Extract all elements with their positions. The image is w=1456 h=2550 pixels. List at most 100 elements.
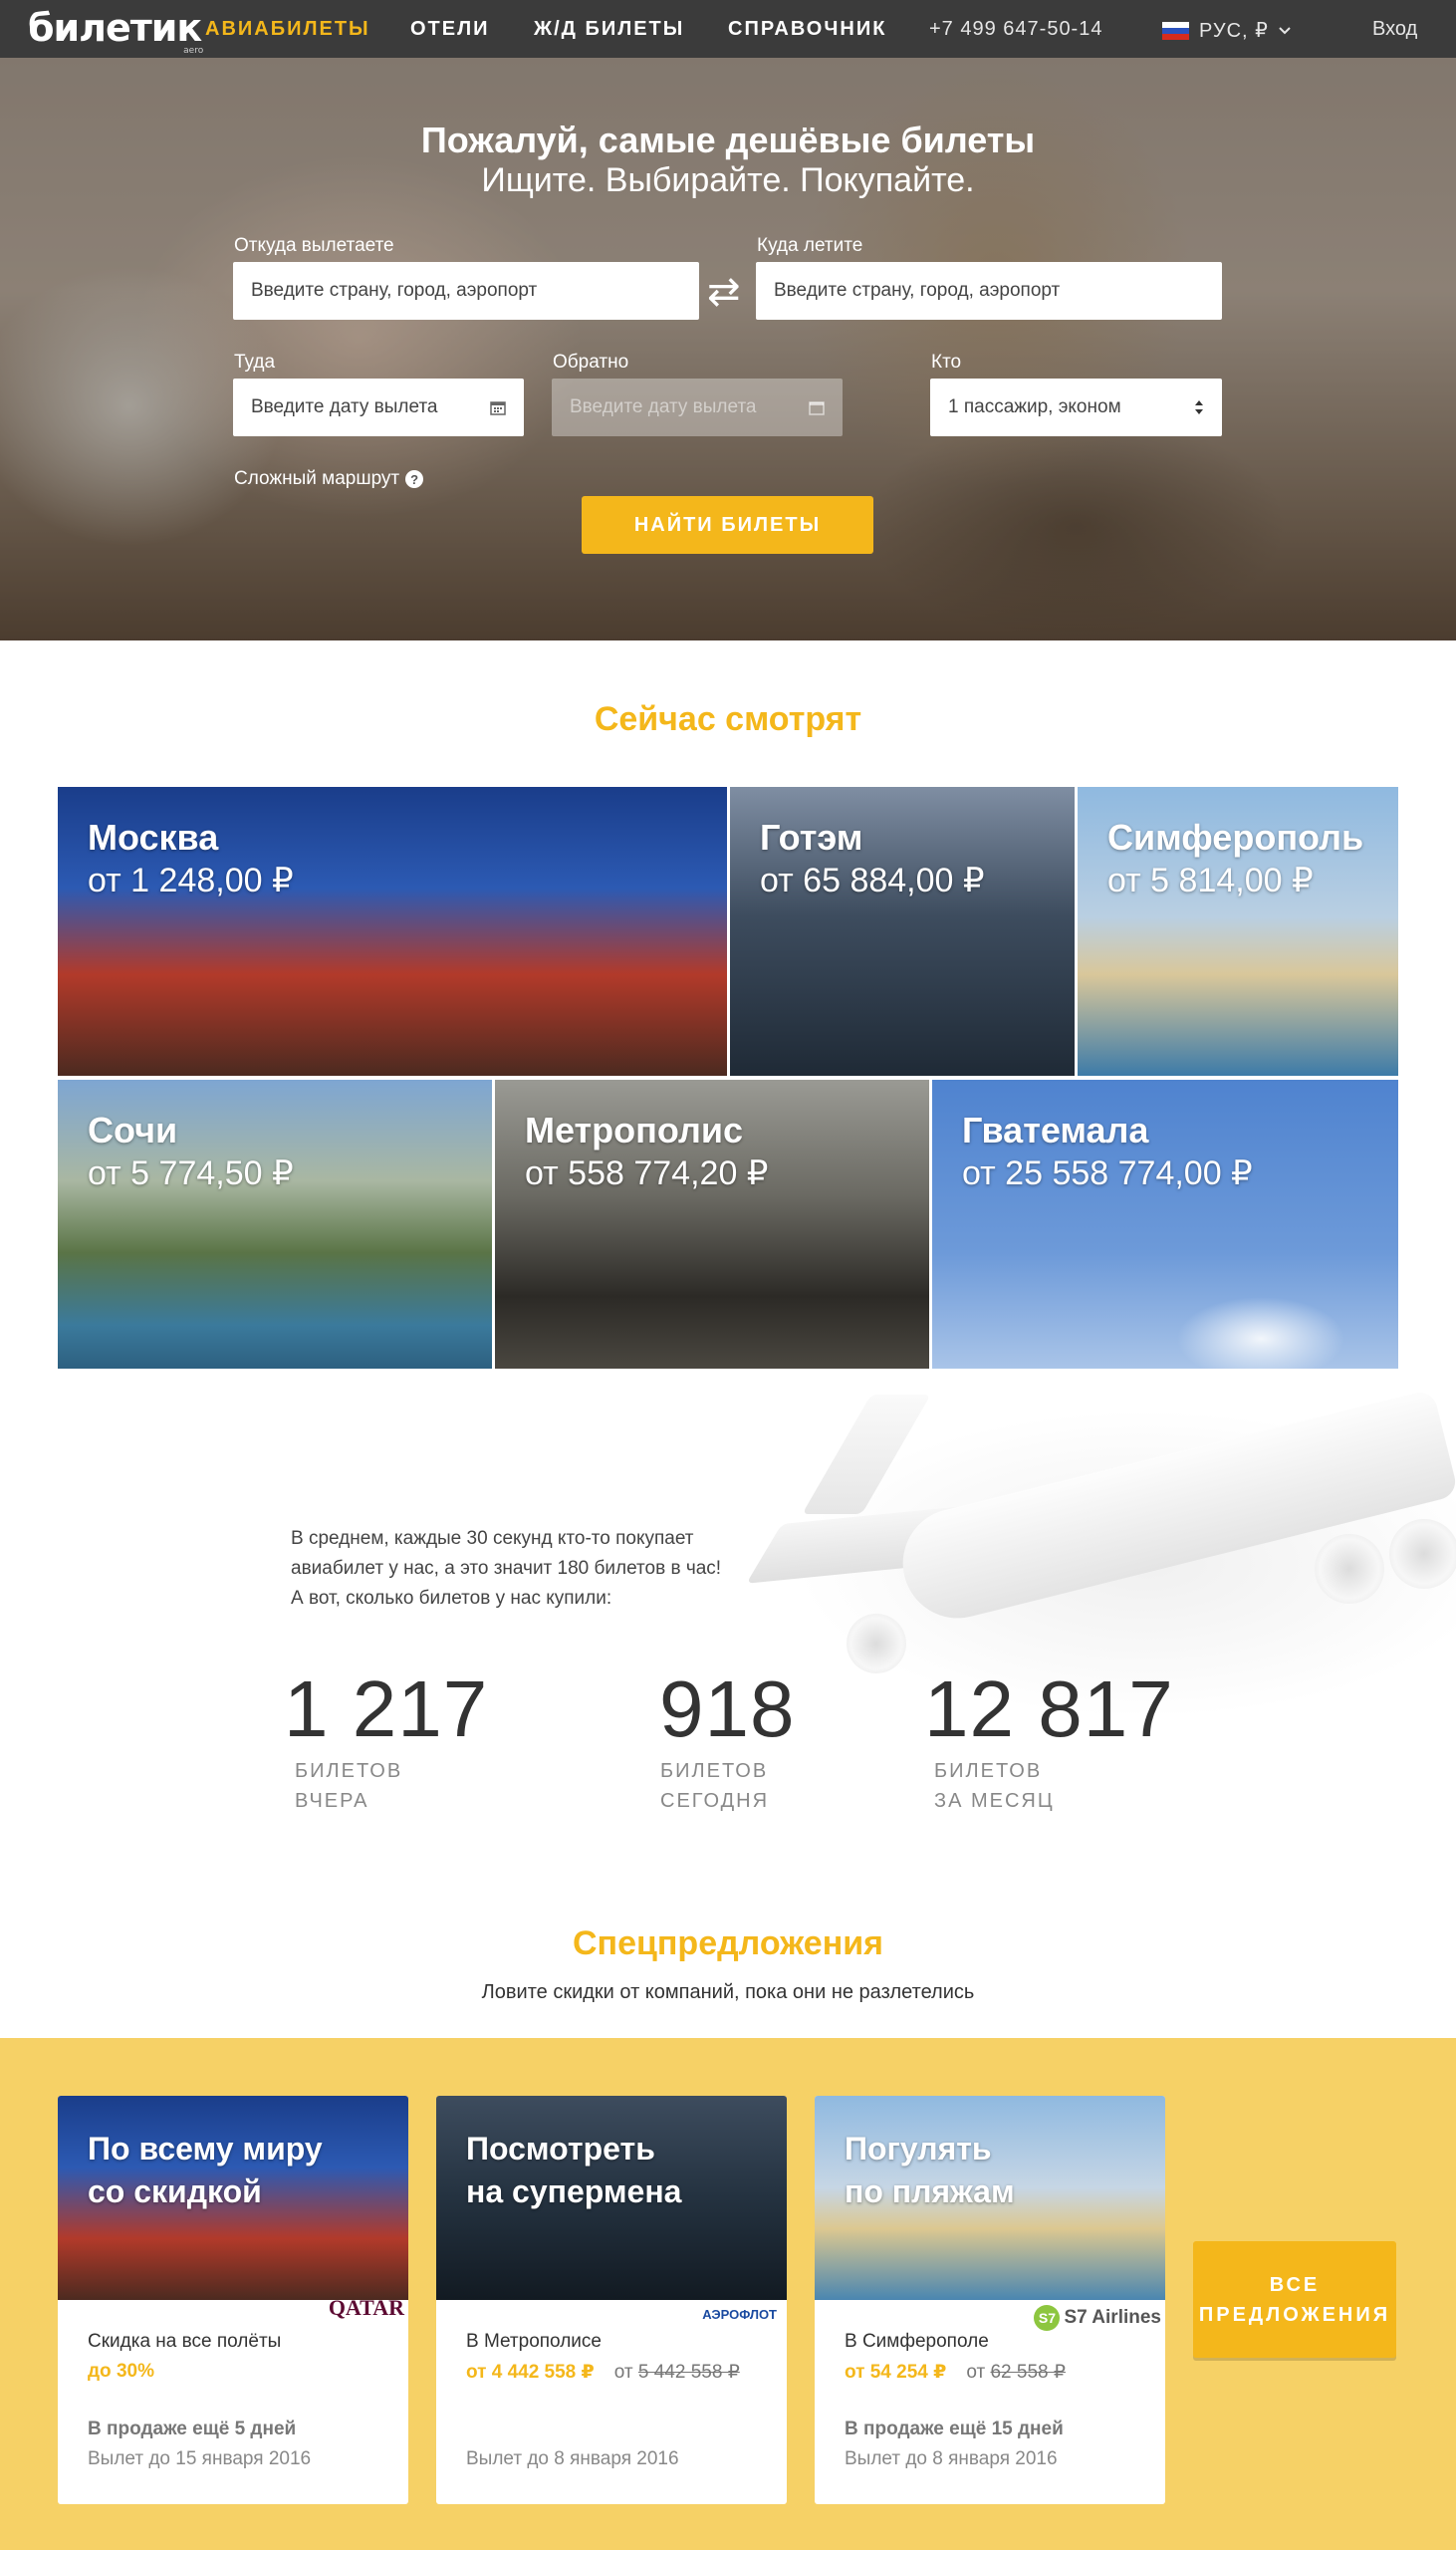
offer-title-line: по пляжам — [845, 2173, 1015, 2209]
offer-price: от 4 442 558 ₽ от 5 442 558 ₽ — [466, 2361, 740, 2384]
offer-title-line: со скидкой — [88, 2173, 262, 2209]
aeroflot-logo: АЭРОФЛОТ — [702, 2307, 777, 2322]
destination-tile-simferopol[interactable]: Симферополь от 5 814,00 ₽ — [1078, 787, 1398, 1076]
offer-departure-until: Вылет до 8 января 2016 — [466, 2448, 679, 2469]
offer-old-price-prefix: от — [966, 2362, 986, 2383]
chevron-down-icon — [1279, 26, 1291, 34]
all-offers-line-1: ВСЕ — [1269, 2273, 1321, 2296]
calendar-icon — [809, 401, 825, 415]
destination-tile-moscow[interactable]: Москва от 1 248,00 ₽ — [58, 787, 727, 1076]
offer-new-price: от 54 254 ₽ — [845, 2362, 947, 2383]
offer-card-superman[interactable]: Посмотреть на супермена АЭРОФЛОТ В Метроп… — [436, 2096, 787, 2504]
offer-price: до 30% — [88, 2361, 154, 2382]
nav-item-reference[interactable]: СПРАВОЧНИК — [728, 18, 886, 41]
calendar-icon — [490, 401, 506, 415]
stat-value-today: 918 — [659, 1664, 796, 1753]
s7-airlines-logo: S7 S7 Airlines — [1034, 2305, 1161, 2331]
stat-value-month: 12 817 — [924, 1664, 1174, 1753]
destination-name: Москва — [88, 817, 219, 858]
stat-value-yesterday: 1 217 — [284, 1664, 489, 1753]
hero-title: Пожалуй, самые дешёвые билеты — [420, 120, 1036, 160]
destination-price: от 25 558 774,00 ₽ — [962, 1154, 1253, 1192]
passengers-select[interactable]: 1 пассажир, эконом — [930, 379, 1222, 436]
offer-card-beaches[interactable]: Погулять по пляжам S7 S7 Airlines В Симфер… — [815, 2096, 1165, 2504]
destination-price: от 5 774,50 ₽ — [88, 1154, 294, 1192]
depart-placeholder: Введите дату вылета — [251, 396, 438, 417]
destination-tile-gotham[interactable]: Готэм от 65 884,00 ₽ — [730, 787, 1075, 1076]
login-link[interactable]: Вход — [1372, 18, 1417, 41]
depart-date-input[interactable]: Введите дату вылета — [233, 379, 524, 436]
stats-line-2: авиабилет у нас, а это значит 180 билето… — [291, 1558, 722, 1579]
stat-period: СЕГОДНЯ — [660, 1790, 770, 1812]
nav-item-flights[interactable]: АВИАБИЛЕТЫ — [205, 18, 370, 41]
complex-route-link[interactable]: Сложный маршрут ? — [234, 468, 424, 490]
airplane-engine — [1315, 1534, 1384, 1604]
from-label: Откуда вылетаете — [234, 235, 394, 256]
hero-subtitle: Ищите. Выбирайте. Покупайте. — [481, 161, 975, 199]
offer-old-price-prefix: от — [613, 2362, 633, 2383]
destination-name: Готэм — [760, 817, 863, 858]
offer-remaining: В продаже ещё 15 дней — [845, 2419, 1064, 2439]
search-tickets-button[interactable]: НАЙТИ БИЛЕТЫ — [582, 496, 873, 554]
top-navbar: билетик aero АВИАБИЛЕТЫ ОТЕЛИ Ж/Д БИЛЕТЫ … — [0, 0, 1456, 58]
from-input[interactable]: Введите страну, город, аэропорт — [233, 262, 699, 320]
offer-card-title: По всему миру со скидкой — [88, 2128, 323, 2213]
swap-icon[interactable]: ⇄ — [707, 269, 741, 315]
offer-description: Скидка на все полёты — [88, 2331, 282, 2352]
destination-tile-guatemala[interactable]: Гватемала от 25 558 774,00 ₽ — [932, 1080, 1398, 1369]
all-offers-line-2: ПРЕДЛОЖЕНИЯ — [1198, 2303, 1391, 2326]
airplane-image — [802, 1395, 931, 1514]
destination-name: Метрополис — [525, 1110, 744, 1150]
stats-description: В среднем, каждые 30 секунд кто-то покуп… — [291, 1524, 809, 1614]
destination-price: от 1 248,00 ₽ — [88, 862, 294, 899]
destination-price: от 558 774,20 ₽ — [525, 1154, 769, 1192]
language-currency-selector[interactable]: РУС, ₽ — [1162, 18, 1291, 43]
s7-logo-text: S7 Airlines — [1064, 2307, 1161, 2328]
offer-old-price: 5 442 558 ₽ — [637, 2362, 740, 2383]
stat-label-yesterday: БИЛЕТОВ ВЧЕРА — [295, 1756, 402, 1816]
destination-price: от 65 884,00 ₽ — [760, 862, 985, 899]
stat-label-month: БИЛЕТОВ ЗА МЕСЯЦ — [934, 1756, 1055, 1816]
section-title-special-offers: Спецпредложения — [572, 1924, 883, 1962]
offer-description: В Метрополисе — [466, 2331, 602, 2352]
offer-new-price: от 4 442 558 ₽ — [466, 2362, 595, 2383]
offer-description: В Симферополе — [845, 2331, 989, 2352]
offer-title-line: По всему миру — [88, 2131, 323, 2167]
to-label: Куда летите — [757, 235, 863, 256]
passengers-value: 1 пассажир, эконом — [948, 396, 1121, 417]
help-icon[interactable]: ? — [405, 470, 424, 488]
return-label: Обратно — [553, 352, 629, 373]
logo[interactable]: билетик aero — [28, 6, 203, 56]
return-placeholder: Введите дату вылета — [570, 396, 757, 417]
offer-card-world[interactable]: По всему миру со скидкой QATAR Скидка на … — [58, 2096, 408, 2504]
to-input[interactable]: Введите страну, город, аэропорт — [756, 262, 1222, 320]
stat-unit: БИЛЕТОВ — [934, 1760, 1043, 1782]
nav-item-trains[interactable]: Ж/Д БИЛЕТЫ — [534, 18, 684, 41]
return-date-input: Введите дату вылета — [552, 379, 843, 436]
logo-text: билетик — [28, 6, 202, 50]
destination-name: Сочи — [88, 1110, 178, 1150]
special-offers-subtitle: Ловите скидки от компаний, пока они не р… — [481, 1981, 975, 2003]
destination-name: Гватемала — [962, 1110, 1149, 1150]
complex-route-label: Сложный маршрут — [234, 468, 400, 489]
language-label: РУС, ₽ — [1199, 20, 1269, 42]
destination-tile-sochi[interactable]: Сочи от 5 774,50 ₽ — [58, 1080, 492, 1369]
airplane-engine — [847, 1614, 906, 1673]
section-title-now-watching: Сейчас смотрят — [594, 700, 862, 738]
offer-departure-until: Вылет до 8 января 2016 — [845, 2448, 1058, 2469]
offer-title-line: Посмотреть — [466, 2131, 655, 2167]
from-placeholder: Введите страну, город, аэропорт — [251, 280, 538, 301]
all-offers-button[interactable]: ВСЕ ПРЕДЛОЖЕНИЯ — [1193, 2241, 1396, 2358]
stats-line-3: А вот, сколько билетов у нас купили: — [291, 1588, 612, 1609]
destination-tile-metropolis[interactable]: Метрополис от 558 774,20 ₽ — [495, 1080, 929, 1369]
destination-price: от 5 814,00 ₽ — [1107, 862, 1314, 899]
offer-price: от 54 254 ₽ от 62 558 ₽ — [845, 2361, 1066, 2384]
stat-unit: БИЛЕТОВ — [295, 1760, 403, 1782]
passengers-label: Кто — [931, 352, 962, 373]
destination-name: Симферополь — [1107, 817, 1364, 858]
phone-number[interactable]: +7 499 647-50-14 — [929, 18, 1102, 41]
offer-old-price: 62 558 ₽ — [990, 2362, 1066, 2383]
nav-item-hotels[interactable]: ОТЕЛИ — [410, 18, 490, 41]
to-placeholder: Введите страну, город, аэропорт — [774, 280, 1061, 301]
stat-period: ЗА МЕСЯЦ — [934, 1790, 1055, 1812]
